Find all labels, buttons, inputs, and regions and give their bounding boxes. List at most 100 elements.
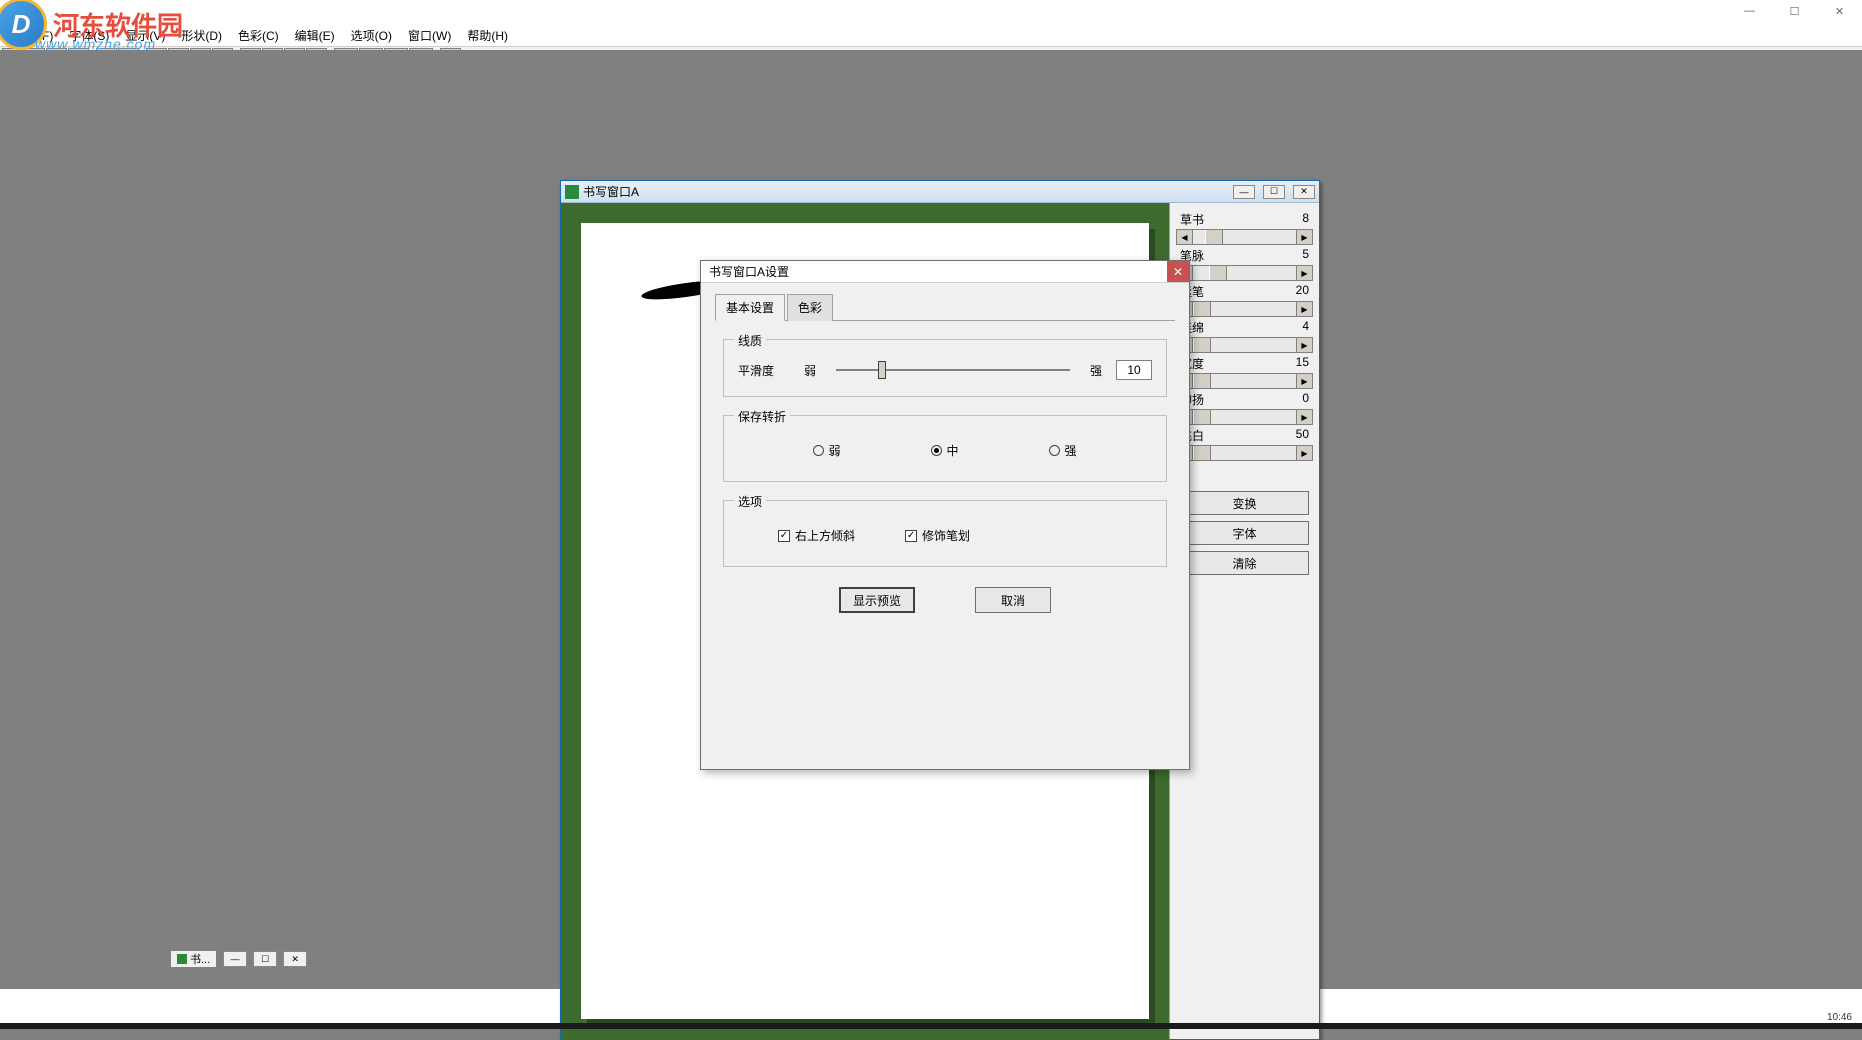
menu-item[interactable]: 选项(O) bbox=[343, 25, 400, 46]
menu-item[interactable]: 形状(D) bbox=[173, 25, 230, 46]
mdi-close-button[interactable]: ✕ bbox=[283, 951, 307, 967]
side-panel-button[interactable]: 字体 bbox=[1181, 521, 1309, 545]
menu-item[interactable]: 窗口(W) bbox=[400, 25, 459, 46]
chevron-right-icon[interactable]: ▶ bbox=[1296, 374, 1312, 388]
radio-label: 强 bbox=[1064, 442, 1076, 459]
fieldset-legend: 保存转折 bbox=[734, 408, 790, 425]
chevron-right-icon[interactable]: ▶ bbox=[1296, 410, 1312, 424]
side-panel-button[interactable]: 清除 bbox=[1181, 551, 1309, 575]
checkbox-option[interactable]: ✓ 修饰笔划 bbox=[905, 527, 970, 544]
slider-thumb-icon[interactable] bbox=[1193, 446, 1211, 460]
dialog-title-bar[interactable]: 书写窗口A设置 ✕ bbox=[701, 261, 1189, 283]
minimize-button[interactable]: — bbox=[1727, 0, 1772, 22]
slider-row: 飞白50◀▶ bbox=[1176, 427, 1313, 461]
slider-row: 宽度15◀▶ bbox=[1176, 355, 1313, 389]
smoothness-slider[interactable] bbox=[836, 369, 1070, 371]
dialog-tab[interactable]: 色彩 bbox=[787, 294, 833, 321]
mdi-minimize-button[interactable]: — bbox=[223, 951, 247, 967]
weak-label: 弱 bbox=[804, 362, 816, 379]
slider-handle-icon[interactable] bbox=[878, 361, 886, 379]
slider-thumb-icon[interactable] bbox=[1209, 266, 1227, 280]
slider-row: 连绵4◀▶ bbox=[1176, 319, 1313, 353]
mdi-tab-bar: 书... — ☐ ✕ bbox=[170, 949, 307, 969]
options-fieldset: 选项 ✓右上方倾斜✓修饰笔划 bbox=[723, 500, 1167, 567]
smoothness-label: 平滑度 bbox=[738, 362, 774, 379]
slider-value: 0 bbox=[1302, 391, 1309, 408]
抑扬-slider[interactable]: ◀▶ bbox=[1176, 409, 1313, 425]
slider-value: 20 bbox=[1296, 283, 1309, 300]
checkbox-icon[interactable]: ✓ bbox=[905, 530, 917, 542]
checkbox-label: 修饰笔划 bbox=[922, 527, 970, 544]
slider-row: 笔脉5◀▶ bbox=[1176, 247, 1313, 281]
smoothness-input[interactable] bbox=[1116, 360, 1152, 380]
草书-slider[interactable]: ◀▶ bbox=[1176, 229, 1313, 245]
radio-icon[interactable] bbox=[1049, 445, 1060, 456]
menu-item[interactable]: 编辑(E) bbox=[287, 25, 343, 46]
menu-item[interactable]: 字体(S) bbox=[61, 25, 117, 46]
radio-icon[interactable] bbox=[931, 445, 942, 456]
radio-label: 中 bbox=[946, 442, 958, 459]
status-time: 10:46 bbox=[1827, 1012, 1852, 1023]
window-controls: — ☐ ✕ bbox=[1727, 0, 1862, 18]
close-button[interactable]: ✕ bbox=[1817, 0, 1862, 22]
settings-dialog: 书写窗口A设置 ✕ 基本设置色彩 线质 平滑度 弱 强 保存转折 弱中强 选项 … bbox=[700, 260, 1190, 770]
mdi-restore-button[interactable]: ☐ bbox=[253, 951, 277, 967]
slider-row: 抑扬0◀▶ bbox=[1176, 391, 1313, 425]
cancel-button[interactable]: 取消 bbox=[975, 587, 1051, 613]
slider-thumb-icon[interactable] bbox=[1193, 338, 1211, 352]
飞白-slider[interactable]: ◀▶ bbox=[1176, 445, 1313, 461]
strong-label: 强 bbox=[1090, 362, 1102, 379]
slider-value: 4 bbox=[1302, 319, 1309, 336]
chevron-right-icon[interactable]: ▶ bbox=[1296, 302, 1312, 316]
app-icon bbox=[177, 954, 187, 964]
dialog-body: 基本设置色彩 线质 平滑度 弱 强 保存转折 弱中强 选项 ✓右上方倾斜✓修饰笔… bbox=[701, 283, 1189, 623]
maximize-button[interactable]: ☐ bbox=[1772, 0, 1817, 22]
mdi-tab-label: 书... bbox=[190, 951, 210, 967]
menu-item[interactable]: 帮助(H) bbox=[459, 25, 516, 46]
slider-row: 运笔20◀▶ bbox=[1176, 283, 1313, 317]
chevron-left-icon[interactable]: ◀ bbox=[1177, 230, 1193, 244]
slider-value: 50 bbox=[1296, 427, 1309, 444]
menu-bar: 文件(F)字体(S)显示(V)形状(D)色彩(C)编辑(E)选项(O)窗口(W)… bbox=[0, 25, 1862, 47]
dialog-button-row: 显示预览 取消 bbox=[715, 587, 1175, 613]
chevron-right-icon[interactable]: ▶ bbox=[1296, 230, 1312, 244]
child-maximize-button[interactable]: ☐ bbox=[1263, 185, 1285, 199]
menu-item[interactable]: 文件(F) bbox=[6, 25, 61, 46]
连绵-slider[interactable]: ◀▶ bbox=[1176, 337, 1313, 353]
child-title-bar[interactable]: 书写窗口A — ☐ ✕ bbox=[561, 181, 1319, 203]
slider-value: 5 bbox=[1302, 247, 1309, 264]
运笔-slider[interactable]: ◀▶ bbox=[1176, 301, 1313, 317]
chevron-right-icon[interactable]: ▶ bbox=[1296, 338, 1312, 352]
chevron-right-icon[interactable]: ▶ bbox=[1296, 446, 1312, 460]
title-bar bbox=[0, 0, 1862, 25]
slider-thumb-icon[interactable] bbox=[1193, 410, 1211, 424]
dialog-close-button[interactable]: ✕ bbox=[1167, 261, 1189, 282]
mdi-tab[interactable]: 书... bbox=[170, 950, 217, 968]
preview-button[interactable]: 显示预览 bbox=[839, 587, 915, 613]
checkbox-label: 右上方倾斜 bbox=[795, 527, 855, 544]
slider-thumb-icon[interactable] bbox=[1193, 374, 1211, 388]
radio-option[interactable]: 强 bbox=[1049, 442, 1076, 459]
slider-value: 15 bbox=[1296, 355, 1309, 372]
child-minimize-button[interactable]: — bbox=[1233, 185, 1255, 199]
menu-item[interactable]: 显示(V) bbox=[117, 25, 173, 46]
slider-thumb-icon[interactable] bbox=[1205, 230, 1223, 244]
menu-item[interactable]: 色彩(C) bbox=[230, 25, 287, 46]
line-quality-fieldset: 线质 平滑度 弱 强 bbox=[723, 339, 1167, 397]
slider-value: 8 bbox=[1302, 211, 1309, 228]
chevron-right-icon[interactable]: ▶ bbox=[1296, 266, 1312, 280]
radio-option[interactable]: 弱 bbox=[813, 442, 840, 459]
dialog-tab[interactable]: 基本设置 bbox=[715, 294, 785, 321]
taskbar[interactable] bbox=[0, 1023, 1862, 1029]
宽度-slider[interactable]: ◀▶ bbox=[1176, 373, 1313, 389]
side-panel: 草书8◀▶笔脉5◀▶运笔20◀▶连绵4◀▶宽度15◀▶抑扬0◀▶飞白50◀▶变换… bbox=[1169, 203, 1319, 1039]
child-close-button[interactable]: ✕ bbox=[1293, 185, 1315, 199]
checkbox-icon[interactable]: ✓ bbox=[778, 530, 790, 542]
dialog-title: 书写窗口A设置 bbox=[709, 263, 789, 280]
checkbox-option[interactable]: ✓ 右上方倾斜 bbox=[778, 527, 855, 544]
side-panel-button[interactable]: 变换 bbox=[1181, 491, 1309, 515]
slider-thumb-icon[interactable] bbox=[1193, 302, 1211, 316]
radio-icon[interactable] bbox=[813, 445, 824, 456]
笔脉-slider[interactable]: ◀▶ bbox=[1176, 265, 1313, 281]
radio-option[interactable]: 中 bbox=[931, 442, 958, 459]
